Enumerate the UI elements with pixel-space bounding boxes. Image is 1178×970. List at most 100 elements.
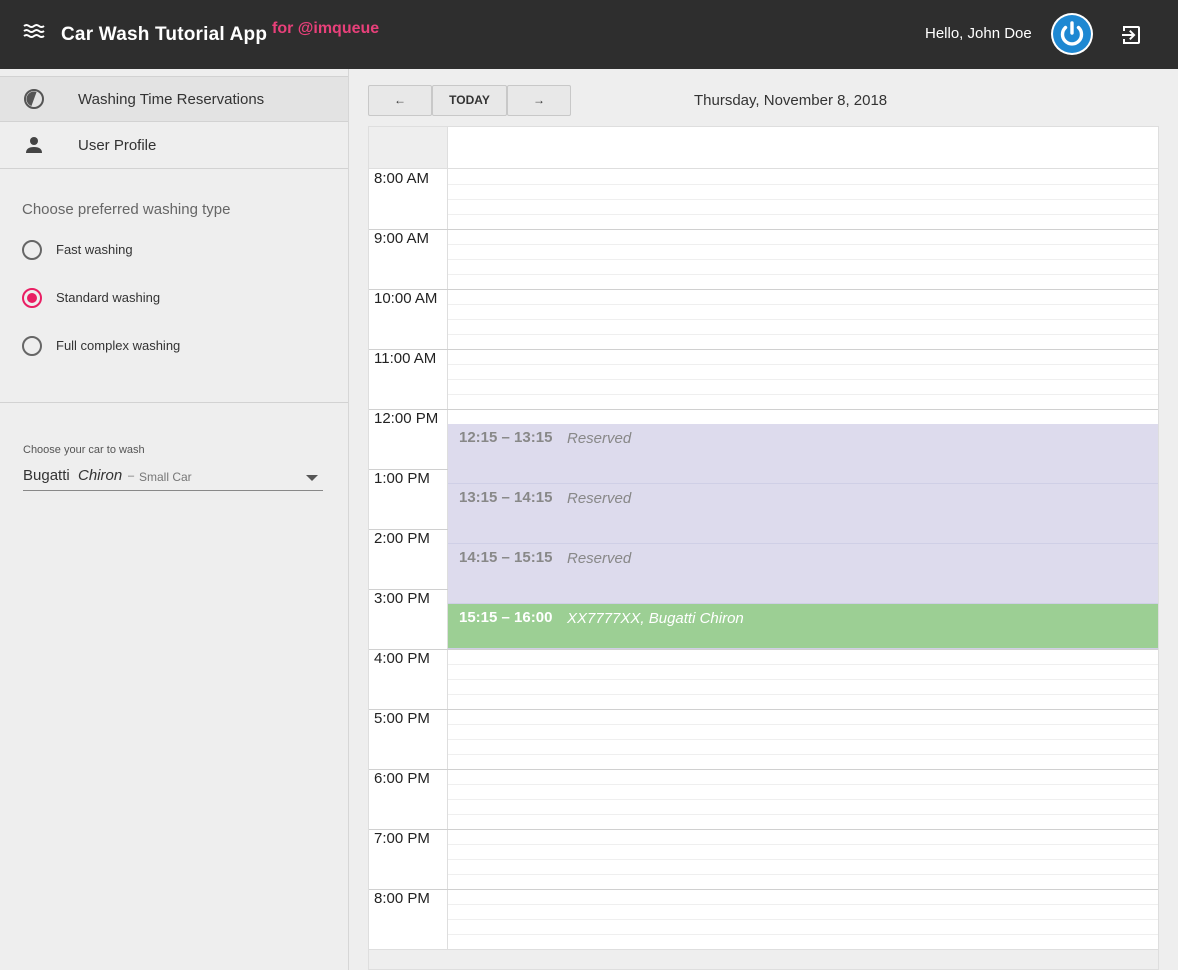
today-button[interactable]: TODAY bbox=[432, 85, 507, 116]
radio-label: Full complex washing bbox=[56, 338, 181, 353]
hour-label: 3:00 PM bbox=[374, 590, 430, 607]
quarter-hour-line bbox=[448, 874, 1158, 875]
quarter-hour-line bbox=[448, 379, 1158, 380]
car-model: Chiron bbox=[78, 467, 123, 484]
reserved-event[interactable]: 13:15 – 14:15 Reserved bbox=[448, 484, 1158, 544]
next-day-button[interactable]: → bbox=[507, 85, 571, 116]
sidebar-item-reservations[interactable]: Washing Time Reservations bbox=[0, 76, 348, 122]
user-greeting: Hello, John Doe bbox=[925, 25, 1032, 42]
radio-button[interactable] bbox=[22, 288, 42, 308]
sidebar-item-user-profile[interactable]: User Profile bbox=[0, 123, 348, 169]
hour-label: 8:00 AM bbox=[374, 170, 430, 187]
quarter-hour-line bbox=[448, 859, 1158, 860]
current-date: Thursday, November 8, 2018 bbox=[694, 92, 888, 109]
app-bar: Car Wash Tutorial App for @imqueue Hello… bbox=[0, 0, 1178, 69]
sidebar-item-label: User Profile bbox=[78, 137, 157, 154]
radio-button[interactable] bbox=[22, 336, 42, 356]
quarter-hour-line bbox=[448, 334, 1158, 335]
event-title: Reserved bbox=[567, 550, 632, 567]
hour-label: 6:00 PM bbox=[374, 770, 430, 787]
wash-type-title: Choose preferred washing type bbox=[22, 201, 231, 218]
quarter-hour-line bbox=[448, 394, 1158, 395]
avatar[interactable] bbox=[1051, 13, 1093, 55]
quarter-hour-line bbox=[448, 694, 1158, 695]
calendar-header-gutter bbox=[369, 127, 448, 169]
hour-label: 7:00 PM bbox=[374, 830, 430, 847]
event-title: Reserved bbox=[567, 490, 632, 507]
quarter-hour-line bbox=[448, 259, 1158, 260]
hour-line bbox=[448, 829, 1158, 830]
quarter-hour-line bbox=[448, 934, 1158, 935]
quarter-hour-line bbox=[448, 274, 1158, 275]
divider bbox=[0, 402, 348, 403]
hour-line bbox=[448, 409, 1158, 410]
quarter-hour-line bbox=[448, 919, 1158, 920]
hour-label: 8:00 PM bbox=[374, 890, 430, 907]
app-title: Car Wash Tutorial App bbox=[61, 24, 268, 45]
car-select-label: Choose your car to wash bbox=[23, 444, 145, 456]
quarter-hour-line bbox=[448, 664, 1158, 665]
car-make: Bugatti bbox=[23, 467, 70, 484]
reserved-event[interactable]: 14:15 – 15:15 Reserved bbox=[448, 544, 1158, 604]
quarter-hour-line bbox=[448, 814, 1158, 815]
quarter-hour-line bbox=[448, 799, 1158, 800]
hour-line bbox=[448, 289, 1158, 290]
hour-label: 12:00 PM bbox=[374, 410, 439, 427]
car-select[interactable]: Bugatti Chiron – Small Car bbox=[23, 464, 323, 491]
hour-line bbox=[448, 709, 1158, 710]
quarter-hour-line bbox=[448, 319, 1158, 320]
hour-line bbox=[448, 229, 1158, 230]
radio-button[interactable] bbox=[22, 240, 42, 260]
quarter-hour-line bbox=[448, 844, 1158, 845]
waves-menu-icon[interactable] bbox=[22, 20, 46, 44]
quarter-hour-line bbox=[448, 184, 1158, 185]
sidebar-item-label: Washing Time Reservations bbox=[78, 91, 265, 108]
logout-icon[interactable] bbox=[1119, 23, 1143, 47]
quarter-hour-line bbox=[448, 679, 1158, 680]
quarter-hour-line bbox=[448, 724, 1158, 725]
event-title: XX7777XX, Bugatti Chiron bbox=[567, 610, 744, 627]
wash-type-full-complex[interactable]: Full complex washing bbox=[22, 334, 342, 358]
wash-type-standard[interactable]: Standard washing bbox=[22, 286, 342, 310]
event-title: Reserved bbox=[567, 430, 632, 447]
person-icon bbox=[23, 134, 45, 156]
hour-line bbox=[448, 769, 1158, 770]
clock-icon bbox=[23, 88, 45, 110]
hour-line bbox=[448, 349, 1158, 350]
radio-label: Fast washing bbox=[56, 242, 133, 257]
hour-label: 9:00 AM bbox=[374, 230, 430, 247]
hour-line bbox=[448, 649, 1158, 650]
hour-label: 2:00 PM bbox=[374, 530, 430, 547]
my-reservation-event[interactable]: 15:15 – 16:00 XX7777XX, Bugatti Chiron bbox=[448, 604, 1158, 649]
sidebar: Washing Time Reservations User Profile C… bbox=[0, 69, 349, 970]
quarter-hour-line bbox=[448, 754, 1158, 755]
chevron-down-icon[interactable] bbox=[306, 475, 318, 481]
hour-line bbox=[448, 889, 1158, 890]
event-time: 15:15 – 16:00 bbox=[459, 609, 553, 626]
quarter-hour-line bbox=[448, 904, 1158, 905]
quarter-hour-line bbox=[448, 214, 1158, 215]
event-time: 12:15 – 13:15 bbox=[459, 429, 553, 446]
app-subtitle[interactable]: for @imqueue bbox=[272, 20, 379, 38]
quarter-hour-line bbox=[448, 199, 1158, 200]
prev-day-button[interactable]: ← bbox=[368, 85, 432, 116]
quarter-hour-line bbox=[448, 364, 1158, 365]
quarter-hour-line bbox=[448, 304, 1158, 305]
hour-label: 5:00 PM bbox=[374, 710, 430, 727]
calendar-header bbox=[448, 127, 1158, 169]
radio-label: Standard washing bbox=[56, 290, 161, 305]
hour-label: 1:00 PM bbox=[374, 470, 430, 487]
event-time: 14:15 – 15:15 bbox=[459, 549, 553, 566]
quarter-hour-line bbox=[448, 244, 1158, 245]
hour-label: 11:00 AM bbox=[374, 350, 437, 367]
quarter-hour-line bbox=[448, 739, 1158, 740]
car-separator: – bbox=[128, 470, 135, 482]
power-avatar-icon bbox=[1053, 15, 1091, 53]
calendar-footer bbox=[369, 949, 1158, 969]
quarter-hour-line bbox=[448, 784, 1158, 785]
hour-label: 10:00 AM bbox=[374, 290, 438, 307]
wash-type-fast[interactable]: Fast washing bbox=[22, 238, 342, 262]
reserved-event[interactable]: 12:15 – 13:15 Reserved bbox=[448, 424, 1158, 484]
hour-label: 4:00 PM bbox=[374, 650, 430, 667]
event-time: 13:15 – 14:15 bbox=[459, 489, 553, 506]
